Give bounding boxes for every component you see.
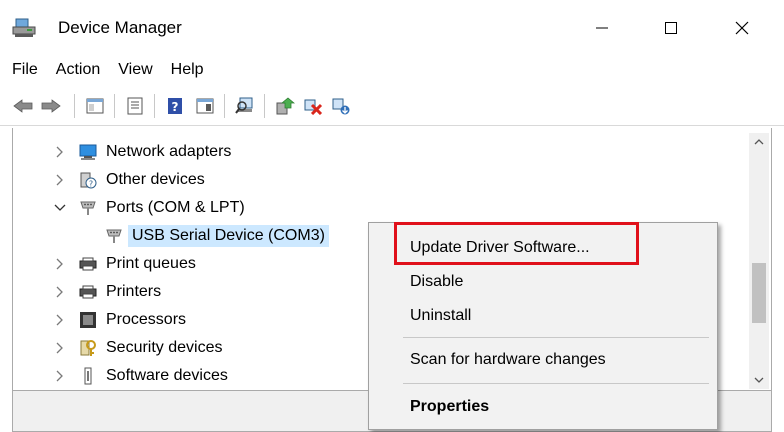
port-icon — [79, 199, 97, 217]
network-adapter-icon — [79, 143, 97, 161]
tree-item-software-devices[interactable]: Software devices — [53, 362, 228, 390]
tree-item-ports[interactable]: Ports (COM & LPT) — [53, 194, 245, 222]
back-arrow-icon[interactable] — [12, 95, 34, 117]
action-pane-icon[interactable] — [194, 95, 216, 117]
tree-item-label: Printers — [106, 283, 162, 300]
update-driver-icon[interactable] — [274, 95, 296, 117]
tree-item-label: Software devices — [106, 367, 228, 384]
close-button[interactable] — [714, 8, 770, 48]
maximize-button[interactable] — [643, 8, 699, 48]
menu-file[interactable]: File — [0, 56, 47, 84]
svg-text:?: ? — [172, 100, 179, 114]
chevron-right-icon[interactable] — [53, 257, 67, 271]
tree-item-label: Processors — [106, 311, 187, 328]
menu-separator — [403, 383, 709, 384]
menu-item-uninstall[interactable]: Uninstall — [410, 305, 471, 327]
tree-item-printers[interactable]: Printers — [53, 278, 161, 306]
uninstall-device-icon[interactable] — [302, 95, 324, 117]
help-icon[interactable]: ? — [164, 95, 186, 117]
tree-item-security-devices[interactable]: Security devices — [53, 334, 223, 362]
menu-help[interactable]: Help — [162, 56, 213, 84]
menu-separator — [403, 337, 709, 338]
chevron-right-icon[interactable] — [53, 369, 67, 383]
menu-item-scan-hardware[interactable]: Scan for hardware changes — [410, 349, 606, 371]
tree-item-processors[interactable]: Processors — [53, 306, 186, 334]
chevron-right-icon[interactable] — [53, 313, 67, 327]
printer-icon — [79, 255, 97, 273]
tree-item-other-devices[interactable]: ? Other devices — [53, 166, 205, 194]
software-device-icon — [79, 367, 97, 385]
forward-arrow-icon[interactable] — [40, 95, 62, 117]
scroll-down-icon[interactable] — [749, 371, 769, 389]
window-title: Device Manager — [58, 18, 182, 37]
tree-item-label: Security devices — [106, 339, 223, 356]
menu-bar: File Action View Help — [0, 56, 213, 84]
chevron-right-icon[interactable] — [53, 145, 67, 159]
scroll-up-icon[interactable] — [749, 133, 769, 151]
minimize-button[interactable] — [574, 8, 630, 48]
device-manager-app-icon — [12, 18, 36, 38]
tree-item-network-adapters[interactable]: Network adapters — [53, 138, 231, 166]
scrollbar-thumb[interactable] — [752, 263, 766, 323]
tree-item-label: Other devices — [106, 171, 205, 188]
tree-item-label: Network adapters — [106, 143, 232, 160]
key-icon — [79, 339, 97, 357]
tree-item-label: USB Serial Device (COM3) — [128, 225, 329, 247]
highlight-box — [394, 222, 639, 265]
properties-icon[interactable] — [124, 95, 146, 117]
tree-item-print-queues[interactable]: Print queues — [53, 250, 196, 278]
menu-item-disable[interactable]: Disable — [410, 271, 463, 293]
toolbar-separator — [264, 94, 265, 118]
add-legacy-hardware-icon[interactable] — [330, 95, 352, 117]
vertical-scrollbar[interactable] — [749, 133, 769, 389]
toolbar-separator — [224, 94, 225, 118]
toolbar-separator — [154, 94, 155, 118]
menu-action[interactable]: Action — [47, 56, 109, 84]
scan-hardware-icon[interactable] — [234, 95, 256, 117]
chevron-down-icon[interactable] — [53, 201, 67, 215]
tree-item-label: Ports (COM & LPT) — [106, 199, 245, 216]
port-icon — [105, 227, 123, 245]
menu-item-properties[interactable]: Properties — [410, 396, 489, 418]
tree-item-label: Print queues — [106, 255, 196, 272]
unknown-device-icon: ? — [79, 171, 97, 189]
chevron-right-icon[interactable] — [53, 285, 67, 299]
title-bar[interactable]: Device Manager — [0, 0, 784, 54]
show-hide-tree-icon[interactable] — [84, 95, 106, 117]
toolbar-separator — [114, 94, 115, 118]
printer-icon — [79, 283, 97, 301]
toolbar-separator — [74, 94, 75, 118]
chevron-right-icon[interactable] — [53, 341, 67, 355]
device-manager-window: Device Manager File Action View Help ? N… — [0, 0, 784, 432]
tree-item-usb-serial-device[interactable]: USB Serial Device (COM3) — [105, 222, 329, 250]
svg-text:?: ? — [89, 180, 93, 189]
chevron-right-icon[interactable] — [53, 173, 67, 187]
menu-view[interactable]: View — [109, 56, 161, 84]
processor-icon — [79, 311, 97, 329]
toolbar: ? — [0, 86, 784, 126]
